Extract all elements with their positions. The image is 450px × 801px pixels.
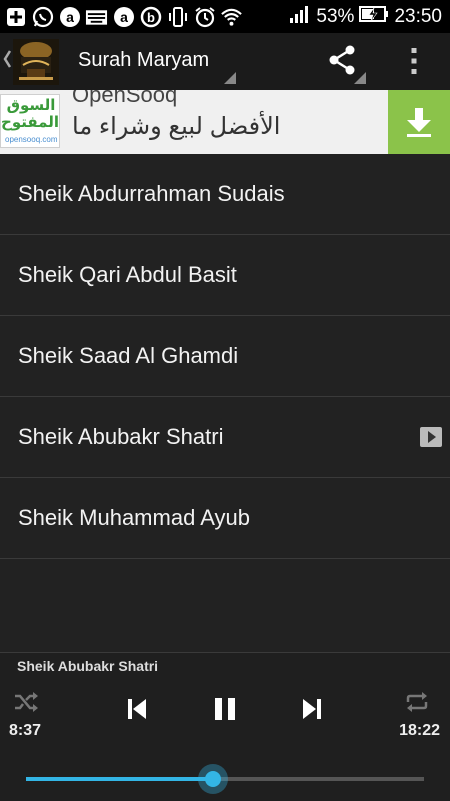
previous-button[interactable] <box>125 696 149 722</box>
list-item[interactable]: Sheik Saad Al Ghamdi <box>0 316 450 397</box>
list-item[interactable]: Sheik Abubakr Shatri <box>0 397 450 478</box>
elapsed-time: 8:37 <box>9 722 42 739</box>
now-playing-icon <box>420 427 442 447</box>
reciter-name: Sheik Saad Al Ghamdi <box>18 343 239 368</box>
shuffle-icon <box>15 692 38 712</box>
reciter-name: Sheik Abdurrahman Sudais <box>18 181 285 206</box>
svg-text:a: a <box>66 9 74 25</box>
overflow-menu-button[interactable] <box>408 45 420 77</box>
svg-text:a: a <box>120 9 128 25</box>
battery-percent: 53% <box>316 5 355 27</box>
spinner-indicator-icon <box>224 71 236 84</box>
skip-next-icon <box>303 699 321 719</box>
svg-text:b: b <box>147 10 155 25</box>
ad-banner[interactable]: السوق المفتوح opensooq.com OpenSooq الأف… <box>0 90 450 154</box>
ad-logo-arabic: السوق المفتوح <box>1 97 59 131</box>
keyboard-icon <box>85 5 108 28</box>
media-player: Sheik Abubakr Shatri 8:37 18:22 <box>0 652 450 801</box>
skip-previous-icon <box>128 699 146 719</box>
seek-bar[interactable] <box>26 764 424 794</box>
vibrate-icon <box>166 5 189 28</box>
repeat-icon <box>406 692 428 712</box>
ad-advertiser-name: OpenSooq <box>72 90 178 107</box>
ad-logo[interactable]: السوق المفتوح opensooq.com <box>0 94 60 148</box>
reciter-name: Sheik Muhammad Ayub <box>18 505 250 530</box>
screen-title[interactable]: Surah Maryam <box>78 49 209 72</box>
shuffle-button[interactable] <box>13 691 39 713</box>
up-chevron-icon[interactable] <box>2 47 12 71</box>
alarm-icon <box>193 5 216 28</box>
clock: 23:50 <box>394 5 442 27</box>
beats-icon: b <box>139 5 162 28</box>
more-vert-icon <box>411 48 417 74</box>
wifi-icon <box>220 5 243 28</box>
repeat-button[interactable] <box>404 691 430 713</box>
seek-progress <box>26 777 214 781</box>
ad-download-button[interactable] <box>388 90 450 154</box>
dropdown-indicator-icon <box>354 71 366 84</box>
circle-a-icon: a <box>112 5 135 28</box>
list-item[interactable]: Sheik Abdurrahman Sudais <box>0 154 450 235</box>
list-item[interactable]: Sheik Qari Abdul Basit <box>0 235 450 316</box>
whatsapp-icon <box>31 5 54 28</box>
list-item[interactable]: Sheik Muhammad Ayub <box>0 478 450 559</box>
app-logo[interactable] <box>13 39 59 85</box>
seek-thumb[interactable] <box>198 764 229 794</box>
download-icon <box>407 108 431 137</box>
reciter-list: Sheik Abdurrahman Sudais Sheik Qari Abdu… <box>0 154 450 559</box>
status-bar: a a b 53% 23:50 <box>0 0 450 33</box>
total-duration: 18:22 <box>399 722 440 739</box>
pause-icon <box>215 698 235 720</box>
notification-icons: a a b <box>4 5 243 28</box>
signal-icon <box>289 4 311 29</box>
action-bar: Surah Maryam <box>0 33 450 92</box>
pause-button[interactable] <box>212 695 238 723</box>
reciter-name: Sheik Qari Abdul Basit <box>18 262 237 287</box>
now-playing-title: Sheik Abubakr Shatri <box>17 658 159 674</box>
reciter-name: Sheik Abubakr Shatri <box>18 424 224 449</box>
circle-a-icon: a <box>58 5 81 28</box>
system-status: 53% 23:50 <box>289 3 442 30</box>
add-icon <box>4 5 27 28</box>
ad-logo-brand: opensooq.com <box>5 135 58 144</box>
next-button[interactable] <box>300 696 324 722</box>
battery-icon <box>359 5 389 28</box>
ad-text: الأفضل لبيع وشراء ما <box>72 113 281 140</box>
